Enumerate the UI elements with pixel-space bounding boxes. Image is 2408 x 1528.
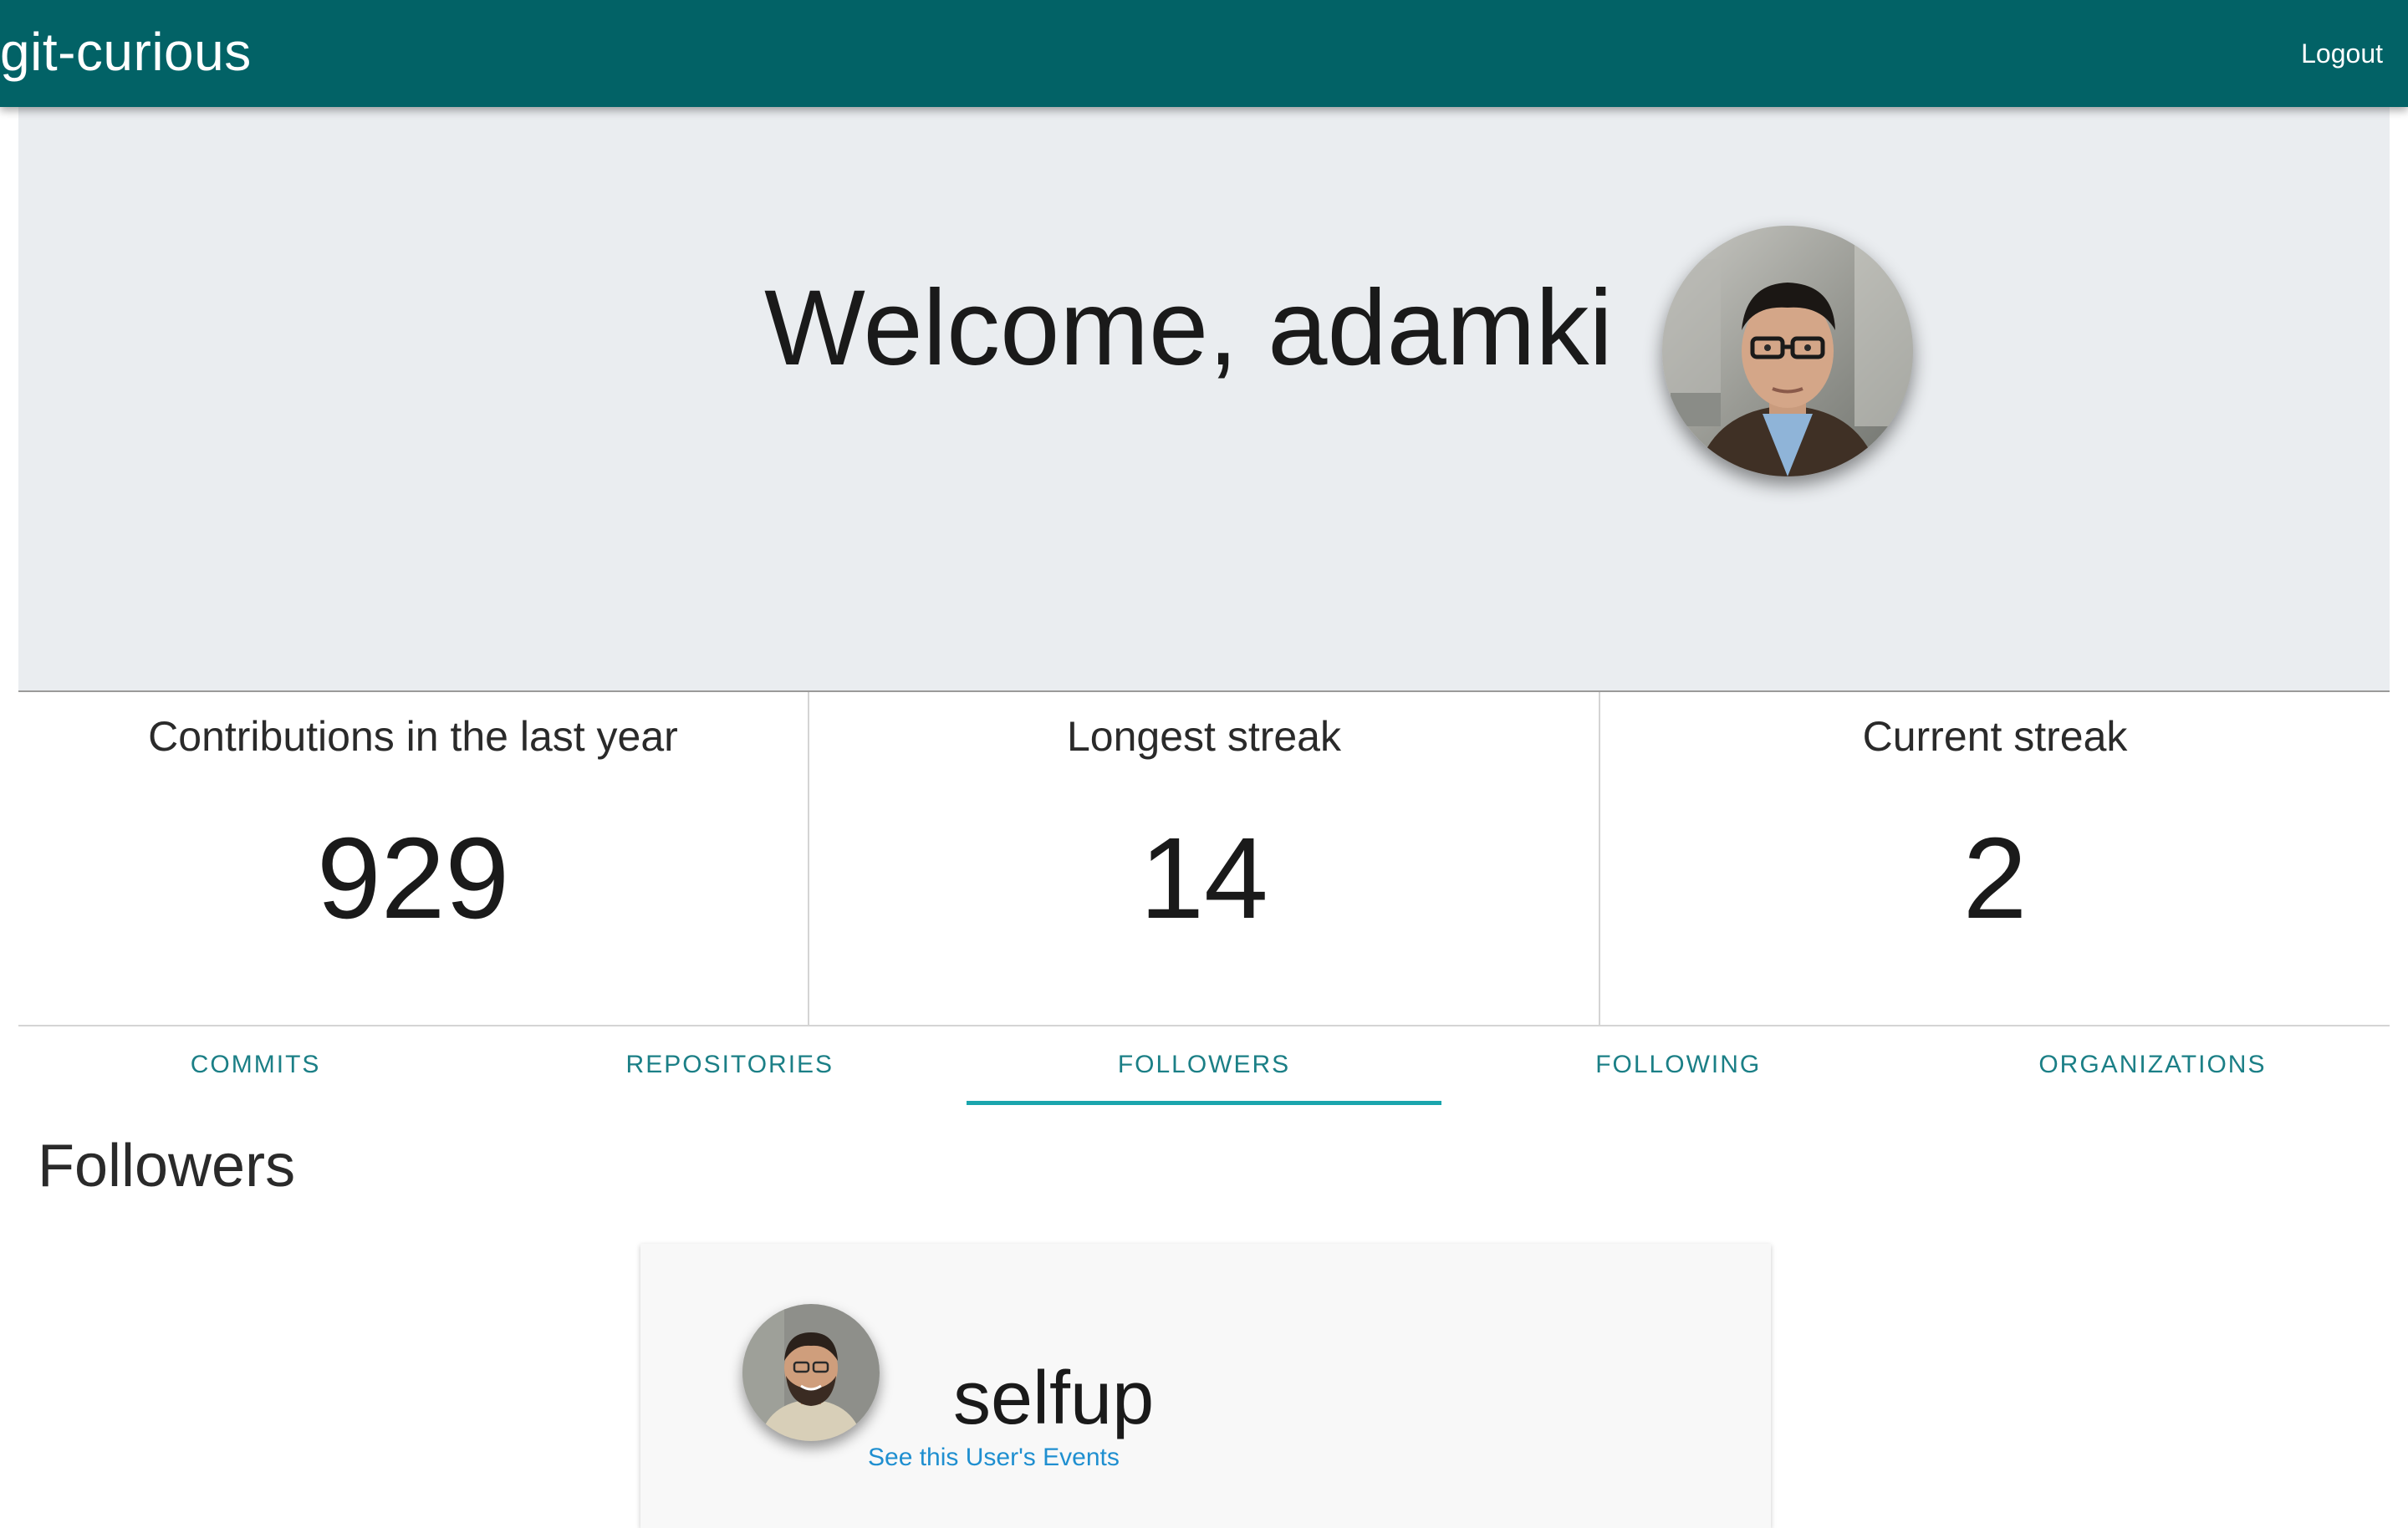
stat-label: Longest streak xyxy=(1067,713,1341,760)
stat-contributions: Contributions in the last year 929 xyxy=(18,692,808,1025)
tab-followers[interactable]: FOLLOWERS xyxy=(967,1028,1441,1105)
welcome-heading: Welcome, adamki xyxy=(764,268,1613,388)
logout-button[interactable]: Logout xyxy=(2301,33,2383,74)
welcome-hero: Welcome, adamki xyxy=(18,107,2390,692)
stat-current-streak: Current streak 2 xyxy=(1599,692,2390,1025)
stat-value: 14 xyxy=(1140,814,1268,943)
follower-username[interactable]: selfup xyxy=(953,1352,1154,1444)
follower-avatar[interactable] xyxy=(742,1304,880,1441)
stats-row: Contributions in the last year 929 Longe… xyxy=(18,692,2390,1026)
tab-repositories[interactable]: REPOSITORIES xyxy=(492,1028,967,1105)
tab-following[interactable]: FOLLOWING xyxy=(1441,1028,1916,1105)
tab-organizations[interactable]: ORGANIZATIONS xyxy=(1916,1028,2390,1105)
follower-avatar-icon xyxy=(742,1304,880,1441)
stat-longest-streak: Longest streak 14 xyxy=(808,692,1599,1025)
stat-label: Current streak xyxy=(1862,713,2128,760)
see-user-events-link[interactable]: See this User's Events xyxy=(868,1441,1120,1475)
stat-value: 929 xyxy=(316,814,510,943)
stat-value: 2 xyxy=(1962,814,2028,943)
profile-tabs: COMMITS REPOSITORIES FOLLOWERS FOLLOWING… xyxy=(18,1028,2390,1105)
follower-card: selfup See this User's Events xyxy=(640,1244,1771,1528)
followers-title: Followers xyxy=(38,1133,296,1199)
app-brand[interactable]: git-curious xyxy=(0,18,252,85)
stat-label: Contributions in the last year xyxy=(148,713,678,760)
user-avatar-icon xyxy=(1662,226,1913,476)
user-avatar xyxy=(1662,226,1913,476)
top-navbar: git-curious Logout xyxy=(0,0,2408,107)
tab-commits[interactable]: COMMITS xyxy=(18,1028,492,1105)
